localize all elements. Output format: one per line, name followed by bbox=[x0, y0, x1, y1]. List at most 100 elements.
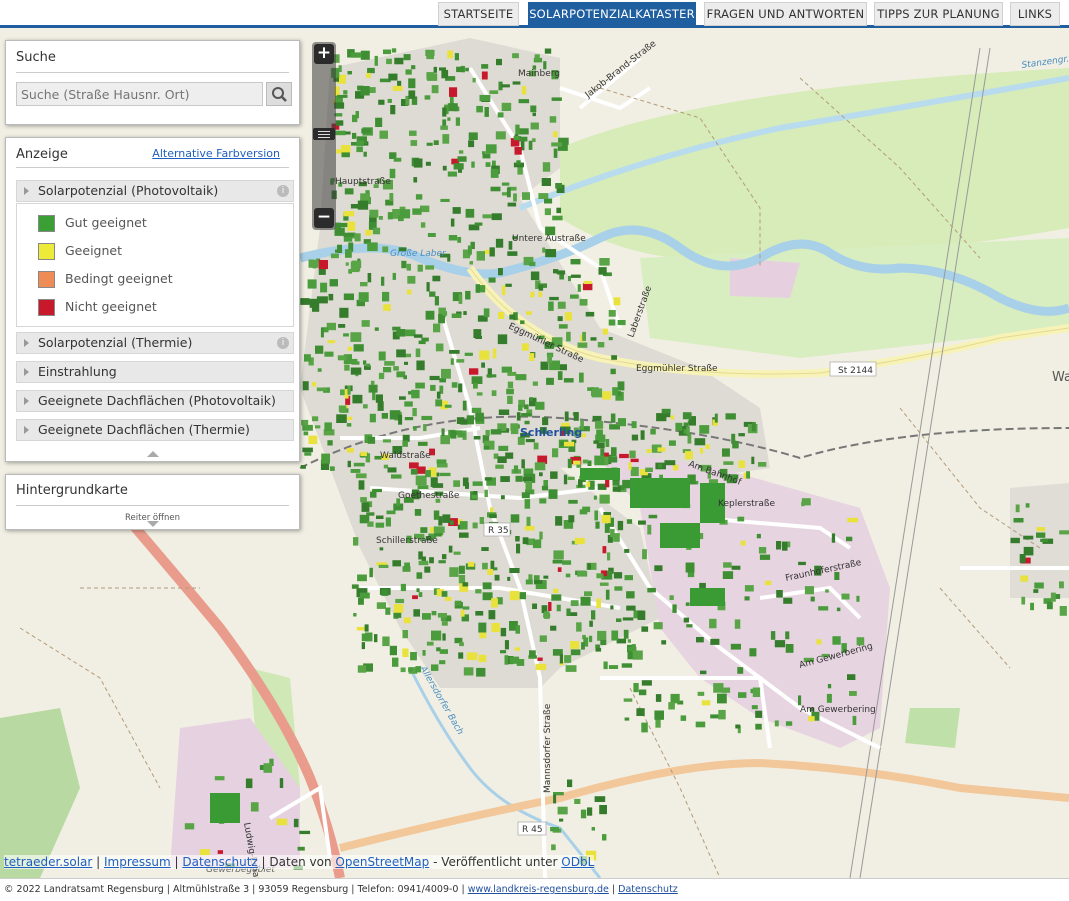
building-roof bbox=[498, 268, 503, 276]
collapse-arrow-icon[interactable] bbox=[147, 451, 159, 457]
building-roof bbox=[392, 272, 396, 280]
building-roof bbox=[542, 417, 549, 426]
display-panel: Anzeige Alternative Farbversion Solarpot… bbox=[5, 137, 300, 462]
link-landkreis-website[interactable]: www.landkreis-regensburg.de bbox=[468, 884, 609, 895]
building-roof bbox=[462, 582, 469, 587]
building-roof bbox=[528, 140, 533, 150]
expand-triangle-icon bbox=[24, 368, 29, 376]
building-roof bbox=[579, 372, 584, 383]
building-roof bbox=[453, 480, 460, 487]
building-roof bbox=[605, 589, 610, 600]
building-roof bbox=[530, 291, 535, 298]
building-roof bbox=[358, 597, 364, 605]
building-roof bbox=[426, 142, 433, 146]
building-roof bbox=[641, 626, 649, 632]
building-roof bbox=[429, 557, 434, 564]
building-roof bbox=[416, 360, 425, 371]
building-roof bbox=[565, 665, 577, 672]
building-roof bbox=[525, 439, 535, 443]
building-roof bbox=[675, 422, 683, 431]
footer: © 2022 Landratsamt Regensburg | Altmühls… bbox=[0, 878, 1069, 901]
building-roof bbox=[343, 293, 354, 301]
info-icon[interactable]: i bbox=[277, 337, 289, 349]
link-datenschutz-map[interactable]: Datenschutz bbox=[182, 855, 257, 869]
building-roof bbox=[1015, 504, 1020, 513]
building-roof bbox=[559, 818, 564, 822]
building-roof bbox=[732, 441, 739, 449]
building-roof bbox=[459, 521, 468, 530]
building-roof bbox=[312, 382, 317, 387]
expand-arrow-icon[interactable] bbox=[147, 521, 159, 527]
link-tetraeder[interactable]: tetraeder.solar bbox=[4, 855, 92, 869]
search-input[interactable] bbox=[16, 82, 263, 106]
background-map-panel: Hintergrundkarte Reiter öffnen bbox=[5, 474, 300, 530]
building-roof bbox=[456, 359, 465, 363]
building-roof bbox=[568, 499, 578, 504]
zoom-slider-handle[interactable] bbox=[313, 128, 335, 140]
building-roof bbox=[593, 440, 599, 444]
building-roof bbox=[556, 207, 562, 214]
tab-tipps-zur-planung[interactable]: TIPPS ZUR PLANUNG bbox=[874, 2, 1003, 26]
building-roof bbox=[393, 604, 404, 613]
building-roof bbox=[655, 694, 662, 702]
building-roof bbox=[475, 284, 480, 293]
building-roof bbox=[416, 572, 423, 579]
building-roof bbox=[337, 355, 347, 361]
building-roof bbox=[474, 222, 483, 226]
building-roof bbox=[360, 451, 367, 457]
building-roof bbox=[493, 567, 498, 571]
section-einstrahlung[interactable]: Einstrahlung bbox=[16, 361, 294, 383]
building-roof bbox=[405, 69, 412, 75]
tab-fragen-und-antworten[interactable]: FRAGEN UND ANTWORTEN bbox=[704, 2, 867, 26]
section-dachflaechen-pv[interactable]: Geeignete Dachflächen (Photovoltaik) bbox=[16, 390, 294, 412]
link-datenschutz-footer[interactable]: Datenschutz bbox=[618, 884, 678, 895]
alternative-color-link[interactable]: Alternative Farbversion bbox=[152, 147, 280, 160]
building-roof bbox=[1030, 602, 1034, 611]
building-roof bbox=[415, 194, 423, 200]
section-solarpotenzial-pv[interactable]: Solarpotenzial (Photovoltaik) i bbox=[16, 180, 294, 202]
building-roof bbox=[846, 536, 853, 542]
section-solarpotenzial-thermie[interactable]: Solarpotenzial (Thermie) i bbox=[16, 332, 294, 354]
building-roof bbox=[552, 215, 563, 221]
building-roof bbox=[500, 476, 510, 482]
zoom-in-button[interactable]: + bbox=[314, 44, 334, 64]
building-roof bbox=[705, 444, 710, 450]
tab-solarpotenzialkataster[interactable]: SOLARPOTENZIALKATASTER bbox=[528, 2, 696, 26]
link-impressum[interactable]: Impressum bbox=[104, 855, 171, 869]
zoom-out-button[interactable]: − bbox=[314, 208, 334, 228]
building-roof bbox=[529, 650, 536, 658]
link-odbl[interactable]: ODbL bbox=[561, 855, 594, 869]
building-roof bbox=[491, 623, 500, 633]
building-roof bbox=[534, 462, 546, 471]
building-roof bbox=[696, 637, 704, 643]
search-button[interactable] bbox=[266, 82, 292, 106]
building-roof bbox=[647, 587, 656, 593]
tab-startseite[interactable]: STARTSEITE bbox=[438, 2, 519, 26]
building-roof bbox=[538, 285, 544, 291]
building-roof bbox=[430, 384, 436, 391]
building-roof bbox=[353, 462, 365, 467]
building-roof bbox=[472, 77, 476, 83]
building-roof bbox=[385, 517, 391, 527]
building-roof bbox=[717, 693, 727, 704]
building-roof bbox=[344, 188, 354, 195]
building-roof bbox=[539, 635, 547, 642]
building-roof bbox=[562, 560, 572, 565]
building-roof bbox=[214, 776, 225, 781]
building-roof bbox=[413, 177, 418, 183]
building-roof bbox=[403, 54, 411, 61]
label-r35: R 35 bbox=[488, 526, 509, 536]
section-dachflaechen-thermie[interactable]: Geeignete Dachflächen (Thermie) bbox=[16, 419, 294, 441]
label-r45: R 45 bbox=[522, 825, 543, 835]
label-am-gewerbering-2: Am Gewerbering bbox=[800, 705, 876, 715]
building-roof bbox=[429, 291, 436, 297]
link-openstreetmap[interactable]: OpenStreetMap bbox=[335, 855, 429, 869]
info-icon[interactable]: i bbox=[277, 185, 289, 197]
attribution-text: Daten von bbox=[269, 855, 332, 869]
building-roof bbox=[345, 262, 349, 266]
building-roof bbox=[357, 200, 369, 210]
building-roof bbox=[381, 413, 388, 419]
building-roof bbox=[384, 361, 395, 366]
building-roof bbox=[567, 458, 572, 469]
tab-links[interactable]: LINKS bbox=[1010, 2, 1060, 26]
